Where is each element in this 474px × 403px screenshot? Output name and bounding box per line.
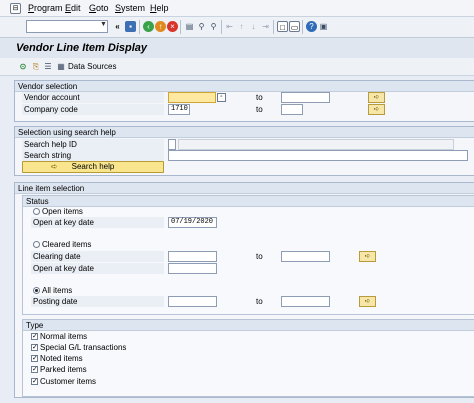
shortcut-icon[interactable]: ▭	[289, 21, 300, 32]
search-string-input[interactable]	[168, 150, 468, 161]
next-page-icon[interactable]: ↓	[248, 21, 259, 32]
exit-icon[interactable]: ↑	[155, 21, 166, 32]
company-code-from-input[interactable]: 1710	[168, 104, 190, 115]
command-field[interactable]	[26, 20, 108, 33]
clearing-date-label: Clearing date	[33, 252, 81, 261]
open-at-key-date-input[interactable]: 07/19/2020	[168, 217, 217, 228]
search-help-id-label: Search help ID	[24, 140, 77, 149]
get-variant-icon[interactable]: ⎘	[31, 62, 41, 72]
special-gl-transactions-checkbox[interactable]: ✓	[31, 344, 38, 351]
open-items-radio[interactable]	[33, 208, 40, 215]
vendor-selection-title: Vendor selection	[15, 81, 474, 92]
posting-date-label: Posting date	[33, 297, 78, 306]
clearing-date-from-input[interactable]	[168, 251, 217, 262]
toolbar-separator	[302, 20, 303, 34]
search-string-label: Search string	[24, 151, 72, 160]
line-item-selection-title: Line item selection	[15, 183, 474, 194]
find-next-icon[interactable]: ⚲	[208, 21, 219, 32]
parked-items-checkbox[interactable]: ✓	[31, 366, 38, 373]
previous-page-icon[interactable]: ↑	[236, 21, 247, 32]
command-dropdown-icon[interactable]: ▼	[100, 21, 107, 28]
menu-program[interactable]: Program	[28, 3, 63, 13]
all-items-radio[interactable]	[33, 287, 40, 294]
search-help-id-input[interactable]	[168, 139, 176, 150]
clearing-date-multiple-selection-button[interactable]: ➪	[359, 251, 376, 262]
variant-list-icon[interactable]: ☰	[43, 62, 53, 72]
type-title: Type	[23, 320, 474, 331]
vendor-account-to-label: to	[256, 93, 263, 102]
vendor-account-from-input[interactable]	[168, 92, 216, 103]
company-code-multiple-selection-button[interactable]: ➪	[368, 104, 385, 115]
search-help-icon: ➪	[51, 162, 58, 171]
back-history-icon[interactable]: «	[112, 21, 123, 32]
parked-items-label: Parked items	[40, 365, 87, 374]
posting-date-multiple-selection-button[interactable]: ➪	[359, 296, 376, 307]
posting-date-to-label: to	[256, 297, 263, 306]
cleared-items-label: Cleared items	[42, 240, 92, 249]
menu-system[interactable]: System	[115, 3, 145, 13]
back-icon[interactable]: ‹	[143, 21, 154, 32]
cleared-open-at-key-date-input[interactable]	[168, 263, 217, 274]
search-help-description-field	[178, 139, 454, 150]
menu-goto[interactable]: Goto	[89, 3, 109, 13]
toolbar-separator	[139, 20, 140, 34]
vendor-account-to-input[interactable]	[281, 92, 330, 103]
cancel-icon[interactable]: ×	[167, 21, 178, 32]
standard-toolbar: ▼ « ▪ ‹ ↑ × ▤ ⚲ ⚲ ⇤ ↑ ↓ ⇥ □ ▭ ? ▣	[0, 17, 474, 38]
noted-items-checkbox[interactable]: ✓	[31, 355, 38, 362]
customer-items-label: Customer items	[40, 377, 97, 386]
normal-items-label: Normal items	[40, 332, 88, 341]
company-code-to-input[interactable]	[281, 104, 303, 115]
clearing-date-to-input[interactable]	[281, 251, 330, 262]
find-icon[interactable]: ⚲	[196, 21, 207, 32]
execute-icon[interactable]: ⊙	[18, 62, 28, 72]
open-at-key-date-label: Open at key date	[33, 218, 94, 227]
data-sources-button[interactable]: Data Sources	[68, 62, 116, 71]
page-title: Vendor Line Item Display	[16, 42, 148, 54]
company-code-to-label: to	[256, 105, 263, 114]
last-page-icon[interactable]: ⇥	[260, 21, 271, 32]
customer-items-checkbox[interactable]: ✓	[31, 378, 38, 385]
toolbar-separator	[273, 20, 274, 34]
status-title: Status	[23, 196, 474, 207]
vendor-account-multiple-selection-button[interactable]: ➪	[368, 92, 385, 103]
cleared-items-radio[interactable]	[33, 241, 40, 248]
search-help-button[interactable]: ➪ Search help	[22, 161, 164, 173]
menu-help[interactable]: Help	[150, 3, 169, 13]
save-icon[interactable]: ▪	[125, 21, 136, 32]
toolbar-separator	[221, 20, 222, 34]
data-sources-icon[interactable]: ▦	[56, 62, 66, 72]
print-icon[interactable]: ▤	[184, 21, 195, 32]
open-items-label: Open items	[42, 207, 83, 216]
search-help-button-label: Search help	[71, 162, 115, 171]
posting-date-to-input[interactable]	[281, 296, 330, 307]
noted-items-label: Noted items	[40, 354, 83, 363]
new-session-icon[interactable]: □	[277, 21, 288, 32]
normal-items-checkbox[interactable]: ✓	[31, 333, 38, 340]
special-gl-transactions-label: Special G/L transactions	[40, 343, 127, 352]
menu-edit[interactable]: Edit	[65, 3, 81, 13]
menu-bar: ⊟ Program Edit Goto System Help	[0, 0, 474, 17]
clearing-date-to-label: to	[256, 252, 263, 261]
search-help-title: Selection using search help	[15, 127, 474, 138]
help-icon[interactable]: ?	[306, 21, 317, 32]
posting-date-from-input[interactable]	[168, 296, 217, 307]
first-page-icon[interactable]: ⇤	[224, 21, 235, 32]
company-code-label: Company code	[24, 105, 78, 114]
value-help-icon[interactable]: ▫	[217, 93, 226, 102]
vendor-account-label: Vendor account	[24, 93, 80, 102]
cleared-open-at-key-date-label: Open at key date	[33, 264, 94, 273]
all-items-label: All items	[42, 286, 73, 295]
toolbar-separator	[180, 20, 181, 34]
menu-icon[interactable]: ⊟	[10, 3, 21, 14]
layout-menu-icon[interactable]: ▣	[318, 21, 329, 32]
